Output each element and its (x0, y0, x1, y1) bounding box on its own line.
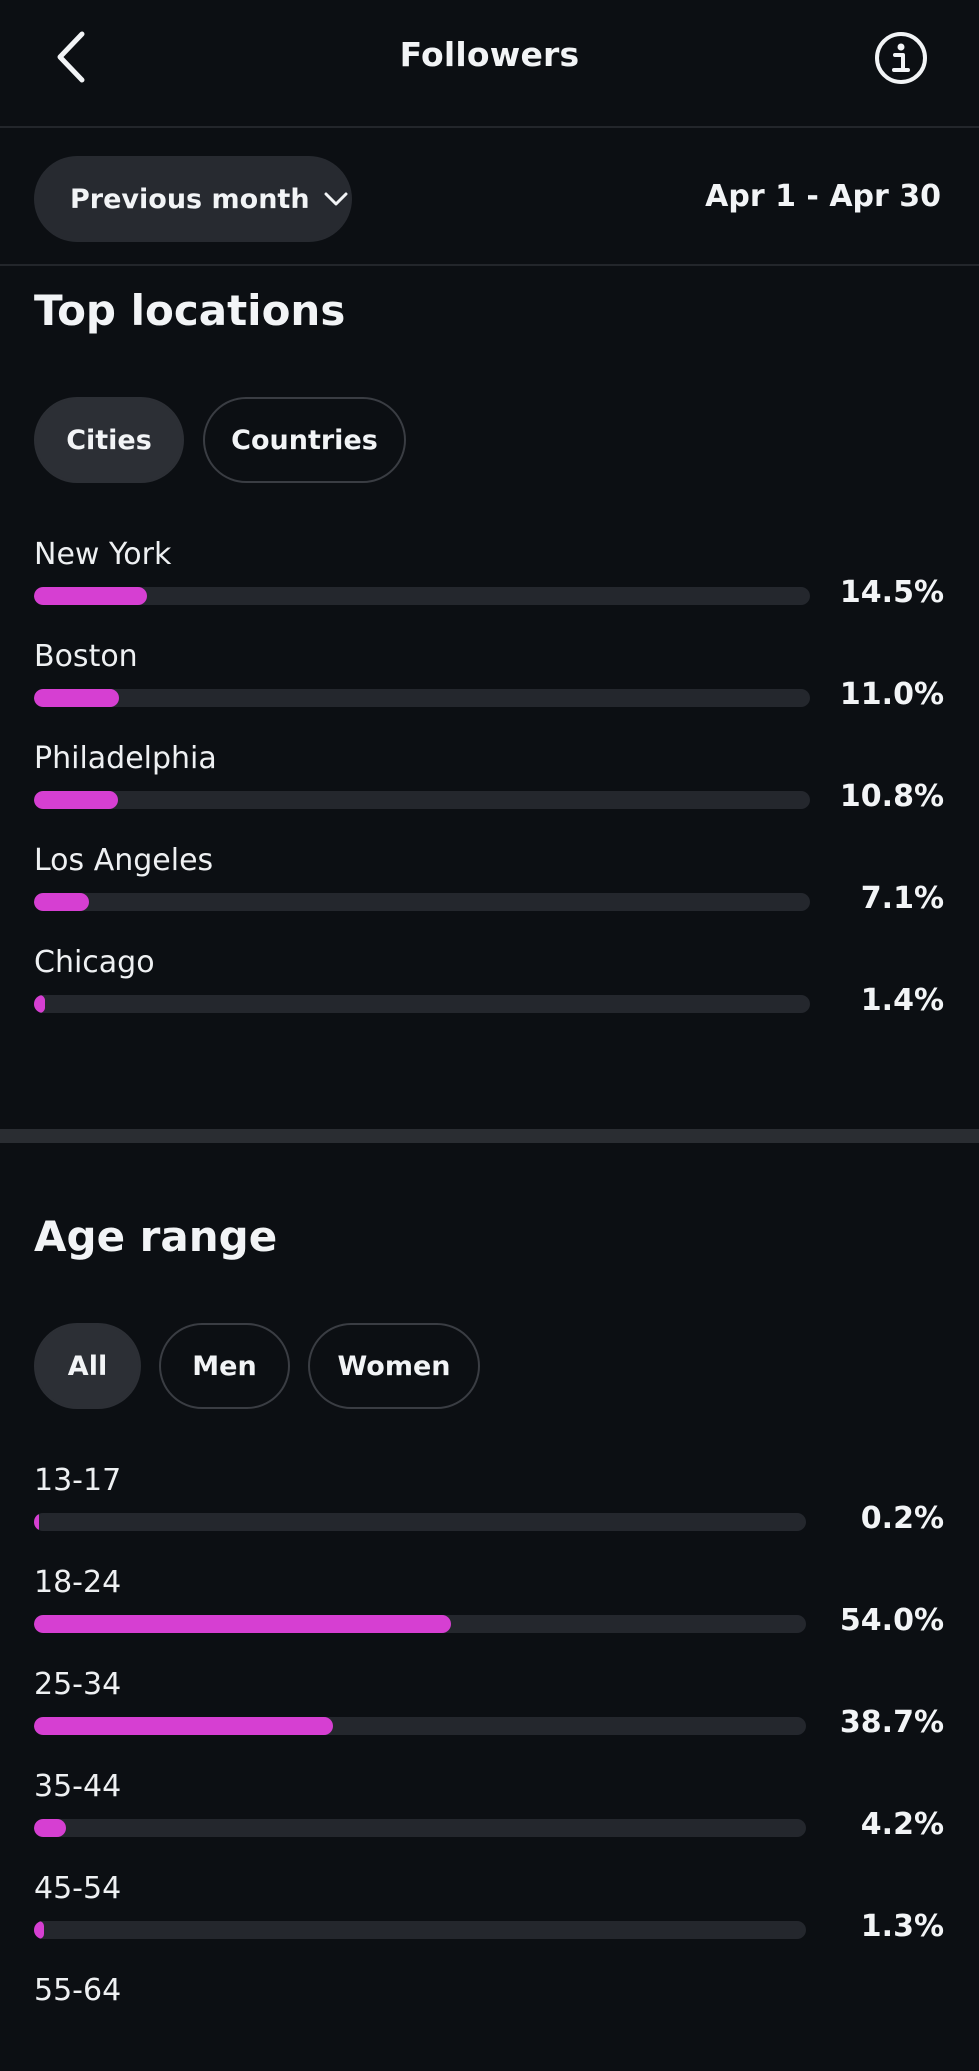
stat-row: 18-24 54.0% (34, 1565, 944, 1663)
stat-value: 38.7% (839, 1705, 944, 1740)
age-range-title: Age range (34, 1212, 278, 1261)
stat-bar-fill (34, 1819, 67, 1837)
stat-row: Boston 11.0% (34, 639, 944, 737)
stat-bar-track (34, 791, 810, 809)
stat-value: 11.0% (839, 677, 944, 712)
stat-label: 55-64 (34, 1973, 122, 2008)
stat-bar-track (34, 587, 810, 605)
stat-bar-fill (34, 1717, 333, 1735)
stat-bar-track (34, 1921, 806, 1939)
stat-value: 4.2% (860, 1807, 944, 1842)
tab-countries[interactable]: Countries (203, 397, 406, 483)
stat-value: 10.8% (839, 779, 944, 814)
stat-label: 13-17 (34, 1463, 122, 1498)
stat-label: Los Angeles (34, 843, 214, 878)
tab-cities-label: Cities (66, 424, 152, 456)
date-range: Apr 1 - Apr 30 (705, 179, 941, 214)
stat-label: 35-44 (34, 1769, 122, 1804)
tab-women-label: Women (337, 1350, 451, 1382)
stat-row: 13-17 0.2% (34, 1463, 944, 1561)
stat-label: Philadelphia (34, 741, 217, 776)
stat-bar-fill (34, 893, 90, 911)
stat-row: New York 14.5% (34, 537, 944, 635)
stat-row: Los Angeles 7.1% (34, 843, 944, 941)
stat-bar-track (34, 1717, 806, 1735)
top-locations-title: Top locations (34, 286, 346, 335)
filter-row: Previous month Apr 1 - Apr 30 (0, 128, 979, 266)
stat-row: 55-64 (34, 1973, 944, 2071)
tab-all[interactable]: All (34, 1323, 141, 1409)
page-title: Followers (399, 35, 580, 74)
section-divider (0, 1129, 979, 1143)
stat-value: 54.0% (839, 1603, 944, 1638)
stat-value: 7.1% (860, 881, 944, 916)
stat-label: Chicago (34, 945, 155, 980)
stat-row: Philadelphia 10.8% (34, 741, 944, 839)
stat-value: 14.5% (839, 575, 944, 610)
tab-men[interactable]: Men (159, 1323, 290, 1409)
stat-row: 45-54 1.3% (34, 1871, 944, 1969)
tab-cities[interactable]: Cities (34, 397, 184, 483)
info-button[interactable] (873, 30, 929, 86)
stat-label: 25-34 (34, 1667, 122, 1702)
stat-row: 35-44 4.2% (34, 1769, 944, 1867)
stat-bar-fill (34, 587, 147, 605)
stat-bar-fill (34, 995, 45, 1013)
stat-bar-fill (34, 1921, 45, 1939)
stat-row: 25-34 38.7% (34, 1667, 944, 1765)
stat-label: Boston (34, 639, 138, 674)
stat-bar-track (34, 1819, 806, 1837)
stat-bar-track (34, 995, 810, 1013)
stat-value: 1.4% (860, 983, 944, 1018)
tab-men-label: Men (192, 1350, 257, 1382)
stat-bar-track (34, 1513, 806, 1531)
tab-countries-label: Countries (231, 424, 378, 456)
stat-bar-fill (34, 1513, 39, 1531)
app-header: Followers (0, 0, 979, 128)
period-dropdown-label: Previous month (70, 183, 310, 215)
stat-label: 45-54 (34, 1871, 122, 1906)
stat-bar-fill (34, 689, 120, 707)
stat-bar-fill (34, 1615, 451, 1633)
stat-label: 18-24 (34, 1565, 122, 1600)
stat-label: New York (34, 537, 172, 572)
chevron-down-icon (324, 192, 348, 206)
stat-row: Chicago 1.4% (34, 945, 944, 1043)
period-dropdown[interactable]: Previous month (34, 156, 352, 242)
stat-bar-track (34, 689, 810, 707)
stat-value: 0.2% (860, 1501, 944, 1536)
stat-bar-track (34, 1615, 806, 1633)
stat-bar-fill (34, 791, 118, 809)
tab-all-label: All (67, 1350, 108, 1382)
stat-bar-track (34, 893, 810, 911)
stat-value: 1.3% (860, 1909, 944, 1944)
tab-women[interactable]: Women (308, 1323, 480, 1409)
info-icon (875, 32, 927, 84)
